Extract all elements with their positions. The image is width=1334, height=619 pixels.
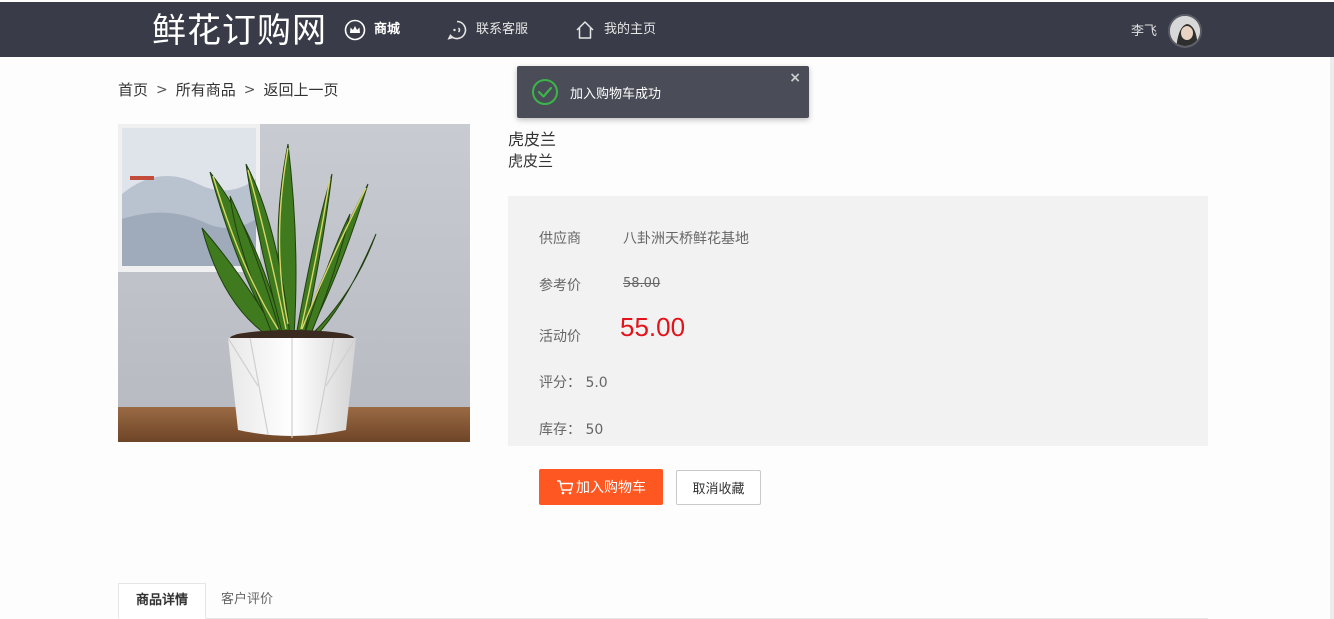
- breadcrumb-back[interactable]: 返回上一页: [264, 79, 339, 100]
- nav-home-label: 我的主页: [604, 22, 657, 37]
- product-subtitle: 虎皮兰: [508, 152, 554, 170]
- add-to-cart-label: 加入购物车: [576, 480, 646, 496]
- nav-service-label: 联系客服: [476, 22, 529, 37]
- nav-shop-label: 商城: [374, 22, 401, 37]
- reference-price-row: 参考价 58.00: [539, 275, 660, 295]
- chat-icon: [447, 20, 467, 40]
- tab-customer-reviews[interactable]: 客户评价: [204, 583, 290, 619]
- breadcrumb: 首页 > 所有商品 > 返回上一页: [118, 79, 339, 100]
- activity-price-label: 活动价: [539, 329, 581, 345]
- nav-shop[interactable]: 商城: [344, 18, 400, 42]
- check-circle-icon: [532, 79, 558, 105]
- breadcrumb-separator: >: [243, 81, 256, 98]
- product-name: 虎皮兰: [508, 130, 557, 149]
- activity-price-value: 55.00: [620, 312, 686, 342]
- product-image: [118, 124, 470, 442]
- close-icon[interactable]: ×: [789, 70, 801, 86]
- unfavorite-button[interactable]: 取消收藏: [676, 470, 761, 505]
- reference-price-value: 58.00: [623, 276, 661, 291]
- product-info-panel: 供应商 八卦洲天桥鲜花基地 参考价 58.00 活动价 55.00 评分： 5.…: [508, 196, 1208, 446]
- supplier-row: 供应商 八卦洲天桥鲜花基地: [539, 228, 749, 248]
- nav-contact-service[interactable]: 联系客服: [446, 18, 528, 42]
- product-tabs: 商品详情 客户评价: [118, 583, 1208, 619]
- cart-icon: [557, 480, 574, 495]
- user-name[interactable]: 李飞: [1131, 20, 1157, 39]
- top-navbar: 鲜花订购网 商城 联系客服 我的主页 李飞: [0, 2, 1334, 57]
- add-to-cart-button[interactable]: 加入购物车: [539, 469, 663, 505]
- toast-notification: 加入购物车成功 ×: [517, 66, 809, 118]
- toast-message: 加入购物车成功: [570, 87, 662, 102]
- activity-price-row: 活动价 55.00: [539, 312, 685, 346]
- reference-price-label: 参考价: [539, 278, 581, 294]
- supplier-value: 八卦洲天桥鲜花基地: [623, 231, 749, 247]
- avatar-image: [1170, 16, 1200, 46]
- crown-icon: [344, 19, 366, 41]
- avatar[interactable]: [1168, 14, 1202, 48]
- breadcrumb-all-products[interactable]: 所有商品: [176, 79, 236, 100]
- breadcrumb-separator: >: [156, 81, 168, 98]
- nav-my-home[interactable]: 我的主页: [574, 18, 656, 42]
- breadcrumb-home[interactable]: 首页: [118, 79, 148, 100]
- stock: 库存： 50: [539, 422, 604, 438]
- tab-product-details[interactable]: 商品详情: [118, 583, 207, 619]
- supplier-label: 供应商: [539, 231, 581, 247]
- site-logo[interactable]: 鲜花订购网: [152, 11, 327, 51]
- scrollbar[interactable]: [1330, 57, 1334, 619]
- rating: 评分： 5.0: [539, 375, 608, 391]
- home-icon: [576, 21, 594, 39]
